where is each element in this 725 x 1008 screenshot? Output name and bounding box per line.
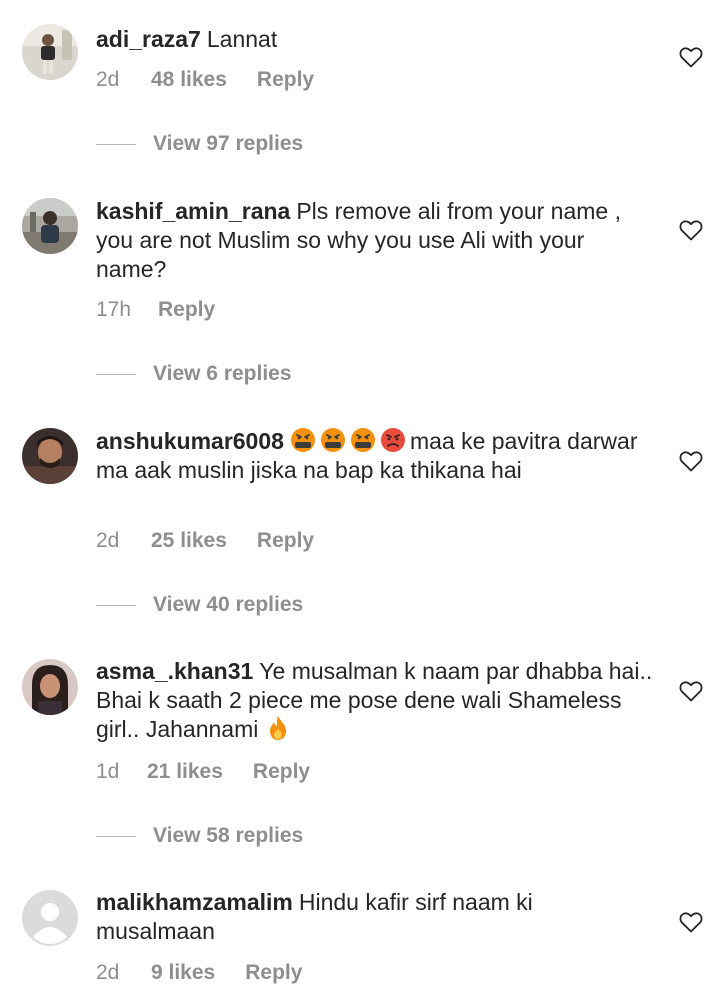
heart-outline-icon[interactable]	[679, 450, 703, 472]
comment-username[interactable]: kashif_amin_rana	[96, 198, 290, 224]
reply-button[interactable]: Reply	[257, 529, 314, 553]
avatar[interactable]	[22, 659, 78, 715]
view-replies-button[interactable]: View 58 replies	[96, 824, 303, 848]
heart-outline-icon[interactable]	[679, 911, 703, 933]
face-with-symbols-on-mouth-emoji	[350, 428, 375, 452]
face-with-symbols-on-mouth-emoji	[290, 428, 315, 452]
divider	[96, 143, 136, 145]
comment-time: 17h	[96, 298, 132, 321]
avatar[interactable]	[22, 24, 78, 80]
view-replies-button[interactable]: View 40 replies	[96, 593, 303, 617]
reply-button[interactable]: Reply	[253, 760, 310, 784]
comment-meta: 17h Reply	[96, 298, 215, 322]
heart-outline-icon[interactable]	[679, 680, 703, 702]
comment-time: 1d	[96, 760, 120, 783]
comment-time: 2d	[96, 68, 120, 91]
comment-meta: 2d 25 likes Reply	[96, 529, 314, 553]
comment-time: 2d	[96, 961, 120, 984]
avatar[interactable]	[22, 198, 78, 254]
view-replies-label: View 58 replies	[153, 824, 304, 847]
avatar[interactable]	[22, 428, 78, 484]
angry-face-emoji	[380, 428, 405, 452]
comment-likes[interactable]: 48 likes	[151, 68, 227, 92]
comment-username[interactable]: asma_.khan31	[96, 658, 253, 684]
comment-username[interactable]: malikhamzamalim	[96, 889, 293, 915]
view-replies-button[interactable]: View 6 replies	[96, 362, 292, 386]
divider	[96, 835, 136, 837]
view-replies-button[interactable]: View 97 replies	[96, 132, 303, 156]
comment-username[interactable]: adi_raza7	[96, 26, 201, 52]
view-replies-label: View 6 replies	[153, 362, 292, 385]
comment-text: asma_.khan31 Ye musalman k naam par dhabb…	[96, 657, 656, 744]
view-replies-label: View 97 replies	[153, 132, 304, 155]
reply-button[interactable]: Reply	[257, 68, 314, 92]
comment-text: malikhamzamalim Hindu kafir sirf naam ki …	[96, 888, 656, 946]
view-replies-label: View 40 replies	[153, 593, 304, 616]
face-with-symbols-on-mouth-emoji	[320, 428, 345, 452]
comment-likes[interactable]: 9 likes	[151, 961, 215, 985]
comment-text: anshukumar6008 maa ke pavitra darwar ma a…	[96, 427, 656, 485]
comment-meta: 2d 9 likes Reply	[96, 961, 302, 985]
divider	[96, 373, 136, 375]
comment-meta: 1d 21 likes Reply	[96, 760, 310, 784]
comment-text: kashif_amin_rana Pls remove ali from your…	[96, 197, 656, 284]
comment-likes[interactable]: 21 likes	[147, 760, 223, 784]
heart-outline-icon[interactable]	[679, 219, 703, 241]
heart-outline-icon[interactable]	[679, 46, 703, 68]
comment-text: adi_raza7 Lannat	[96, 25, 656, 54]
reply-button[interactable]: Reply	[245, 961, 302, 985]
comment-body: Lannat	[206, 26, 278, 52]
divider	[96, 604, 136, 606]
comment-time: 2d	[96, 529, 120, 552]
comment-likes[interactable]: 25 likes	[151, 529, 227, 553]
comment-username[interactable]: anshukumar6008	[96, 428, 284, 454]
reply-button[interactable]: Reply	[158, 298, 215, 322]
fire-emoji	[269, 716, 286, 740]
default-avatar-icon[interactable]	[22, 890, 78, 946]
comment-meta: 2d 48 likes Reply	[96, 68, 314, 92]
